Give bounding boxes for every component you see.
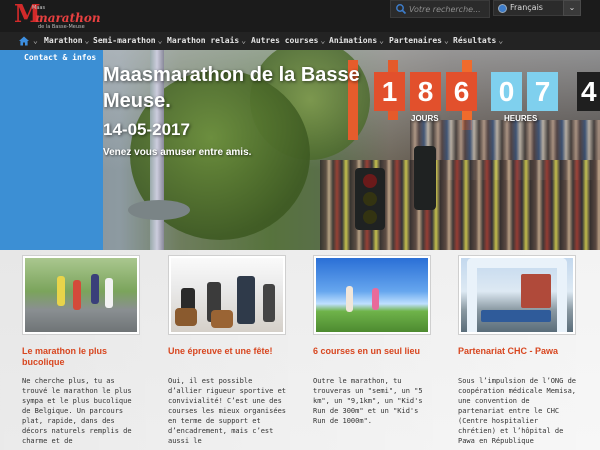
nav-item-label: Semi-marathon: [93, 36, 156, 45]
chevron-down-icon: ⌄: [320, 36, 326, 45]
home-icon[interactable]: [18, 35, 30, 47]
card-title[interactable]: Une épreuve et une fête!: [168, 346, 293, 357]
site-logo[interactable]: M Maas marathon de la Basse-Meuse: [14, 0, 104, 31]
card-title[interactable]: Le marathon le plus bucolique: [22, 346, 147, 368]
card-image-marathon: [25, 258, 137, 332]
chevron-down-icon: ⌄: [379, 36, 384, 45]
card-body: Ne cherche plus, tu as trouvé le maratho…: [22, 377, 132, 445]
logo-line3: de la Basse-Meuse: [38, 24, 85, 30]
countdown-days-digit: 8: [410, 72, 441, 111]
feature-cards: Le marathon le plus bucolique Ne cherche…: [0, 250, 600, 450]
nav-item-animations[interactable]: Animations ⌄: [329, 36, 384, 45]
nav-item-label: Marathon: [44, 36, 83, 45]
globe-icon: [498, 4, 507, 13]
main-nav: ⌄ Marathon ⌄ Semi-marathon ⌄ Marathon rela…: [0, 32, 600, 50]
card-body: Outre le marathon, tu trouveras un "semi…: [313, 377, 423, 425]
chevron-down-icon: ⌄: [84, 36, 90, 45]
logo-line2: marathon: [35, 11, 101, 25]
nav-item-marathon[interactable]: Marathon ⌄: [44, 36, 89, 45]
language-dropdown-button[interactable]: ⌄: [563, 0, 581, 16]
search-icon[interactable]: [395, 3, 407, 15]
hero-photo-lamp: [128, 200, 190, 220]
countdown-hours-digit: 7: [527, 72, 558, 111]
countdown-hours-label: HEURES: [504, 114, 538, 123]
card-image-frame[interactable]: [458, 255, 576, 335]
countdown-days-label: JOURS: [411, 114, 439, 123]
hero-photo-traffic-light: [414, 146, 436, 210]
card-image-frame[interactable]: [313, 255, 431, 335]
card-image-drummers: [171, 258, 283, 332]
card-body: Oui, il est possible d’allier rigueur sp…: [168, 377, 287, 445]
countdown-days-digit: 6: [446, 72, 477, 111]
hero-banner: Contact & infos Maasmarathon de la Basse…: [0, 50, 600, 250]
hero-photo-traffic-light: [355, 168, 385, 230]
card-title[interactable]: 6 courses en un seul lieu: [313, 346, 438, 357]
hero-subtitle: Venez vous amuser entre amis.: [103, 147, 252, 158]
card-image-chc-arch: [461, 258, 573, 332]
chevron-down-icon: ⌄: [157, 36, 163, 45]
chevron-down-icon: ⌄: [498, 36, 504, 45]
card-image-frame[interactable]: [22, 255, 140, 335]
hero-title: Maasmarathon de la Basse Meuse.: [103, 64, 360, 112]
contact-panel[interactable]: Contact & infos: [0, 50, 103, 250]
nav-item-label: Partenaires: [389, 36, 442, 45]
language-selected: Français: [510, 3, 543, 12]
card-image-frame[interactable]: [168, 255, 286, 335]
card-body: Sous l’impulsion de l’ONG de coopération…: [458, 377, 577, 445]
chevron-down-icon: ⌄: [568, 3, 576, 12]
nav-item-label: Résultats: [453, 36, 497, 45]
countdown-minutes-digit: 4: [577, 72, 600, 111]
countdown-days-digit: 1: [374, 72, 405, 111]
search-box: [390, 0, 490, 18]
nav-item-label: Animations: [329, 36, 378, 45]
card-image-kids-running: [316, 258, 428, 332]
hero-date: 14-05-2017: [103, 120, 190, 139]
chevron-down-icon: ⌄: [33, 36, 38, 45]
nav-item-semi-marathon[interactable]: Semi-marathon ⌄: [93, 36, 162, 45]
nav-item-label: Marathon relais: [167, 36, 240, 45]
countdown-hours-digit: 0: [491, 72, 522, 111]
chevron-down-icon: ⌄: [241, 36, 247, 45]
chevron-down-icon: ⌄: [443, 36, 449, 45]
contact-link[interactable]: Contact & infos: [24, 53, 96, 62]
card-title[interactable]: Partenariat CHC - Pawa: [458, 346, 583, 357]
search-input[interactable]: [409, 2, 489, 17]
nav-item-resultats[interactable]: Résultats ⌄: [453, 36, 503, 45]
nav-item-autres-courses[interactable]: Autres courses ⌄: [251, 36, 325, 45]
nav-home-chevron[interactable]: ⌄: [31, 36, 38, 45]
top-bar: M Maas marathon de la Basse-Meuse França…: [0, 0, 600, 32]
nav-item-marathon-relais[interactable]: Marathon relais ⌄: [167, 36, 246, 45]
nav-item-label: Autres courses: [251, 36, 319, 45]
nav-item-partenaires[interactable]: Partenaires ⌄: [389, 36, 449, 45]
